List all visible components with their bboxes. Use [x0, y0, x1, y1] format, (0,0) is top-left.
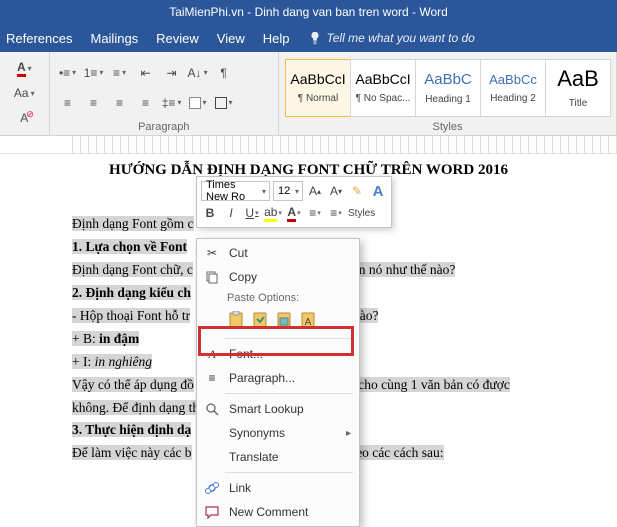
link-icon: [203, 481, 221, 495]
text: + B: in đậm: [72, 331, 139, 346]
tab-help[interactable]: Help: [263, 31, 290, 46]
mini-styles-button[interactable]: A: [369, 182, 387, 200]
paragraph-icon: ≡: [203, 371, 221, 385]
ctx-paragraph[interactable]: ≡ Paragraph...: [197, 366, 359, 390]
text: Định dạng Font gồm c: [72, 216, 194, 231]
style-heading1[interactable]: AaBbCHeading 1: [415, 59, 481, 117]
copy-icon: [203, 270, 221, 284]
ctx-copy[interactable]: Copy: [197, 265, 359, 289]
mini-styles-label[interactable]: Styles: [348, 204, 375, 222]
svg-text:A: A: [305, 317, 312, 328]
ctx-smart-lookup[interactable]: Smart Lookup: [197, 397, 359, 421]
horizontal-ruler[interactable]: [0, 136, 617, 154]
text: Vậy có thể áp dụng đồ: [72, 377, 194, 392]
tell-me-search[interactable]: Tell me what you want to do: [308, 31, 475, 45]
bullets-button[interactable]: •≡: [56, 61, 80, 85]
multilevel-list-button[interactable]: ≡: [108, 61, 132, 85]
paste-keep-source[interactable]: [225, 309, 247, 331]
ctx-translate[interactable]: Translate: [197, 445, 359, 469]
increase-indent-button[interactable]: ⇥: [160, 61, 184, 85]
paste-merge[interactable]: [249, 309, 271, 331]
group-label-styles: Styles: [285, 119, 610, 133]
cut-icon: ✂: [203, 246, 221, 260]
ctx-font[interactable]: A Font...: [197, 342, 359, 366]
search-icon: [203, 403, 221, 416]
borders-button[interactable]: [212, 91, 236, 115]
mini-italic-button[interactable]: I: [222, 204, 240, 222]
mini-bullets-button[interactable]: ≡: [306, 204, 324, 222]
align-right-button[interactable]: ≡: [108, 91, 132, 115]
font-color-split[interactable]: A: [12, 56, 36, 80]
numbering-button[interactable]: 1≡: [82, 61, 106, 85]
style-nospacing[interactable]: AaBbCcI¶ No Spac...: [350, 59, 416, 117]
shading-button[interactable]: [186, 91, 210, 115]
mini-highlight-button[interactable]: ab: [264, 204, 282, 222]
ctx-synonyms[interactable]: Synonyms: [197, 421, 359, 445]
style-normal[interactable]: AaBbCcI¶ Normal: [285, 59, 351, 117]
align-left-button[interactable]: ≡: [56, 91, 80, 115]
mini-bold-button[interactable]: B: [201, 204, 219, 222]
paste-picture[interactable]: [273, 309, 295, 331]
ribbon: A Aa A⊘ •≡ 1≡ ≡ ⇤ ⇥ A↓ ¶ ≡ ≡ ≡ ≡ ‡≡ Para…: [0, 52, 617, 136]
clear-formatting-button[interactable]: A⊘: [12, 106, 36, 130]
paste-options: A: [197, 307, 359, 335]
decrease-indent-button[interactable]: ⇤: [134, 61, 158, 85]
style-title[interactable]: AaBTitle: [545, 59, 611, 117]
format-painter-button[interactable]: ✎: [348, 182, 366, 200]
mini-size-select[interactable]: 12: [273, 181, 303, 201]
text: 1. Lựa chọn về Font: [72, 239, 187, 254]
sort-button[interactable]: A↓: [186, 61, 210, 85]
grow-font-button[interactable]: A▴: [306, 182, 324, 200]
ctx-new-comment[interactable]: New Comment: [197, 500, 359, 524]
change-case-button[interactable]: Aa: [12, 81, 36, 105]
tab-references[interactable]: References: [6, 31, 72, 46]
mini-font-color-button[interactable]: A: [285, 204, 303, 222]
font-icon: A: [203, 347, 221, 362]
mini-toolbar: Times New Ro 12 A▴ A▾ ✎ A B I U ab A ≡ ≡…: [196, 176, 392, 228]
text: 3. Thực hiện định dạ: [72, 422, 191, 437]
styles-gallery[interactable]: AaBbCcI¶ Normal AaBbCcI¶ No Spac... AaBb…: [285, 59, 610, 117]
tab-view[interactable]: View: [217, 31, 245, 46]
text: 2. Định dạng kiểu ch: [72, 285, 191, 300]
mini-font-select[interactable]: Times New Ro: [201, 181, 270, 201]
line-spacing-button[interactable]: ‡≡: [160, 91, 184, 115]
ctx-cut[interactable]: ✂ Cut: [197, 241, 359, 265]
ribbon-tabs: References Mailings Review View Help Tel…: [0, 24, 617, 52]
lightbulb-icon: [308, 31, 322, 45]
ctx-paste-header: Paste Options:: [197, 289, 359, 307]
show-marks-button[interactable]: ¶: [212, 61, 236, 85]
window-title: TaiMienPhi.vn - Dinh dang van ban tren w…: [0, 0, 617, 24]
text: Để làm việc này các b: [72, 445, 192, 460]
style-heading2[interactable]: AaBbCcHeading 2: [480, 59, 546, 117]
paste-text-only[interactable]: A: [297, 309, 319, 331]
group-label-paragraph: Paragraph: [56, 119, 272, 133]
text: - Hộp thoại Font hỗ tr: [72, 308, 190, 323]
comment-icon: [203, 506, 221, 519]
justify-button[interactable]: ≡: [134, 91, 158, 115]
context-menu: ✂ Cut Copy Paste Options: A A Font... ≡ …: [196, 238, 360, 527]
tab-review[interactable]: Review: [156, 31, 199, 46]
ctx-link[interactable]: Link: [197, 476, 359, 500]
text: Định dạng Font chữ, c: [72, 262, 193, 277]
mini-numbering-button[interactable]: ≡: [327, 204, 345, 222]
shrink-font-button[interactable]: A▾: [327, 182, 345, 200]
tab-mailings[interactable]: Mailings: [90, 31, 138, 46]
mini-underline-button[interactable]: U: [243, 204, 261, 222]
text: + I: in nghiêng: [72, 354, 152, 369]
align-center-button[interactable]: ≡: [82, 91, 106, 115]
